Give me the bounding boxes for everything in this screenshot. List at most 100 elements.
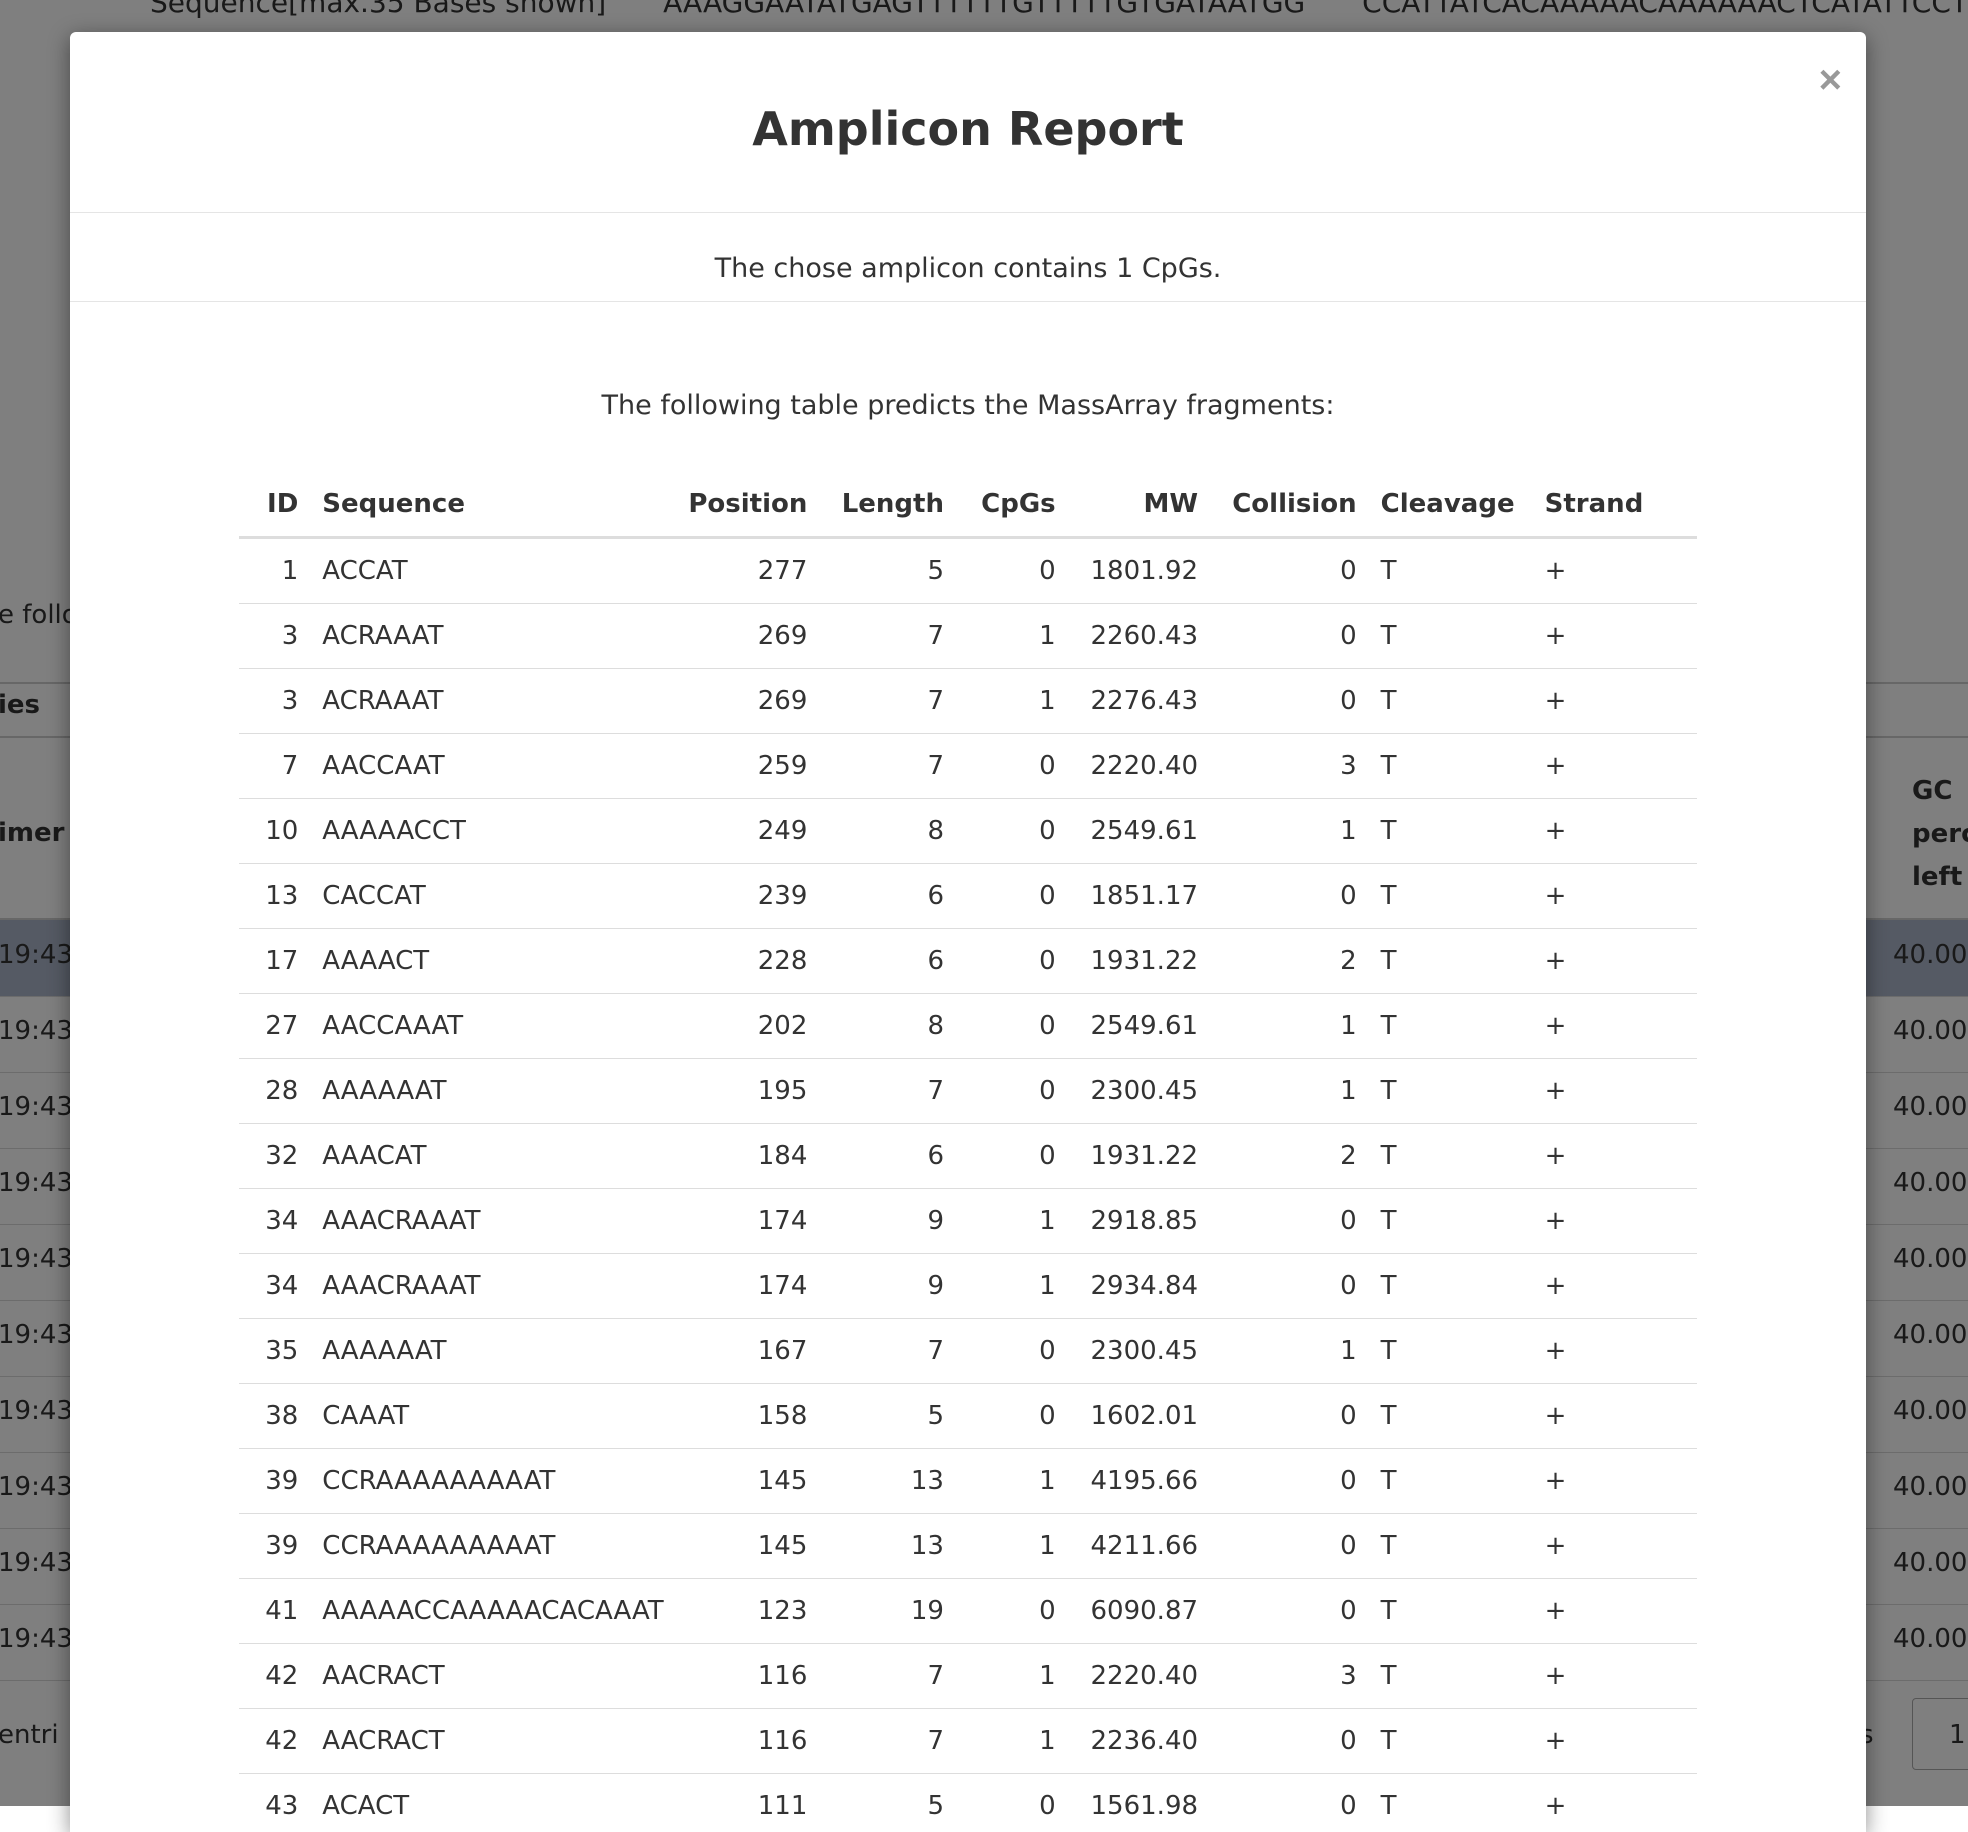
cell-id: 41 xyxy=(239,1579,310,1644)
cell-id: 35 xyxy=(239,1319,310,1384)
cell-position: 249 xyxy=(676,799,820,864)
cell-id: 7 xyxy=(239,734,310,799)
cell-position: 184 xyxy=(676,1124,820,1189)
column-header-mw[interactable]: MW xyxy=(1068,472,1210,538)
cell-mw: 2918.85 xyxy=(1068,1189,1210,1254)
cell-mw: 2300.45 xyxy=(1068,1059,1210,1124)
column-header-length[interactable]: Length xyxy=(819,472,956,538)
column-header-strand[interactable]: Strand xyxy=(1533,472,1697,538)
cell-id: 13 xyxy=(239,864,310,929)
cell-mw: 1561.98 xyxy=(1068,1774,1210,1832)
cell-id: 17 xyxy=(239,929,310,994)
cell-cpgs: 1 xyxy=(956,669,1068,734)
cell-cleavage: T xyxy=(1369,1124,1533,1189)
cell-strand: + xyxy=(1533,864,1697,929)
table-row: 10AAAAACCT249802549.611T+ xyxy=(239,799,1697,864)
cell-sequence: ACRAAAT xyxy=(310,604,675,669)
table-row: 3ACRAAAT269712260.430T+ xyxy=(239,604,1697,669)
cell-id: 39 xyxy=(239,1514,310,1579)
column-header-sequence[interactable]: Sequence xyxy=(310,472,675,538)
cell-collision: 1 xyxy=(1210,799,1369,864)
cell-strand: + xyxy=(1533,1709,1697,1774)
cell-id: 27 xyxy=(239,994,310,1059)
cell-length: 5 xyxy=(819,1774,956,1832)
cell-cleavage: T xyxy=(1369,994,1533,1059)
cell-length: 8 xyxy=(819,994,956,1059)
cell-length: 6 xyxy=(819,929,956,994)
cell-cpgs: 1 xyxy=(956,1254,1068,1319)
cell-mw: 1931.22 xyxy=(1068,929,1210,994)
column-header-cleavage[interactable]: Cleavage xyxy=(1369,472,1533,538)
cell-mw: 2549.61 xyxy=(1068,994,1210,1059)
cell-length: 6 xyxy=(819,864,956,929)
cell-mw: 2220.40 xyxy=(1068,734,1210,799)
fragments-table: ID Sequence Position Length CpGs MW Coll… xyxy=(239,472,1697,1832)
cell-strand: + xyxy=(1533,1059,1697,1124)
cell-id: 1 xyxy=(239,538,310,604)
table-row: 34AAACRAAAT174912934.840T+ xyxy=(239,1254,1697,1319)
cell-id: 28 xyxy=(239,1059,310,1124)
cell-length: 7 xyxy=(819,1644,956,1709)
cell-mw: 6090.87 xyxy=(1068,1579,1210,1644)
cell-cpgs: 1 xyxy=(956,1514,1068,1579)
column-header-cpgs[interactable]: CpGs xyxy=(956,472,1068,538)
table-row: 27AACCAAAT202802549.611T+ xyxy=(239,994,1697,1059)
cell-cpgs: 0 xyxy=(956,1124,1068,1189)
cell-length: 7 xyxy=(819,604,956,669)
cell-strand: + xyxy=(1533,1189,1697,1254)
cell-id: 3 xyxy=(239,604,310,669)
table-row: 13CACCAT239601851.170T+ xyxy=(239,864,1697,929)
cell-sequence: AAAAACCAAAAACACAAAT xyxy=(310,1579,675,1644)
cell-length: 7 xyxy=(819,734,956,799)
cell-position: 174 xyxy=(676,1189,820,1254)
cell-cpgs: 0 xyxy=(956,1059,1068,1124)
cell-collision: 2 xyxy=(1210,929,1369,994)
cell-strand: + xyxy=(1533,1644,1697,1709)
cell-id: 3 xyxy=(239,669,310,734)
cell-cleavage: T xyxy=(1369,864,1533,929)
cell-collision: 0 xyxy=(1210,1449,1369,1514)
cell-position: 239 xyxy=(676,864,820,929)
cell-mw: 1931.22 xyxy=(1068,1124,1210,1189)
column-header-collision[interactable]: Collision xyxy=(1210,472,1369,538)
table-row: 38CAAAT158501602.010T+ xyxy=(239,1384,1697,1449)
cell-position: 277 xyxy=(676,538,820,604)
cell-length: 13 xyxy=(819,1514,956,1579)
cell-collision: 0 xyxy=(1210,538,1369,604)
cell-position: 174 xyxy=(676,1254,820,1319)
cell-cleavage: T xyxy=(1369,669,1533,734)
column-header-position[interactable]: Position xyxy=(676,472,820,538)
cell-length: 13 xyxy=(819,1449,956,1514)
cell-cleavage: T xyxy=(1369,1774,1533,1832)
cell-cpgs: 0 xyxy=(956,1774,1068,1832)
cell-cleavage: T xyxy=(1369,1254,1533,1319)
cell-collision: 0 xyxy=(1210,1709,1369,1774)
cell-strand: + xyxy=(1533,1124,1697,1189)
cell-cleavage: T xyxy=(1369,1059,1533,1124)
cell-sequence: AAACRAAAT xyxy=(310,1189,675,1254)
cell-position: 269 xyxy=(676,669,820,734)
cell-mw: 2934.84 xyxy=(1068,1254,1210,1319)
cell-length: 7 xyxy=(819,669,956,734)
table-row: 35AAAAAAT167702300.451T+ xyxy=(239,1319,1697,1384)
cell-id: 43 xyxy=(239,1774,310,1832)
cell-collision: 0 xyxy=(1210,1774,1369,1832)
cell-cleavage: T xyxy=(1369,1449,1533,1514)
cell-mw: 2236.40 xyxy=(1068,1709,1210,1774)
fragments-table-body: 1ACCAT277501801.920T+3ACRAAAT269712260.4… xyxy=(239,538,1697,1832)
cell-strand: + xyxy=(1533,669,1697,734)
close-button[interactable]: × xyxy=(1819,60,1842,100)
cell-id: 42 xyxy=(239,1644,310,1709)
cell-length: 19 xyxy=(819,1579,956,1644)
cell-length: 7 xyxy=(819,1319,956,1384)
cell-position: 202 xyxy=(676,994,820,1059)
column-header-id[interactable]: ID xyxy=(239,472,310,538)
table-row: 42AACRACT116712220.403T+ xyxy=(239,1644,1697,1709)
cell-collision: 0 xyxy=(1210,1579,1369,1644)
cell-collision: 0 xyxy=(1210,1514,1369,1579)
cell-position: 116 xyxy=(676,1644,820,1709)
cell-strand: + xyxy=(1533,734,1697,799)
cell-id: 34 xyxy=(239,1189,310,1254)
cell-id: 10 xyxy=(239,799,310,864)
cell-position: 167 xyxy=(676,1319,820,1384)
